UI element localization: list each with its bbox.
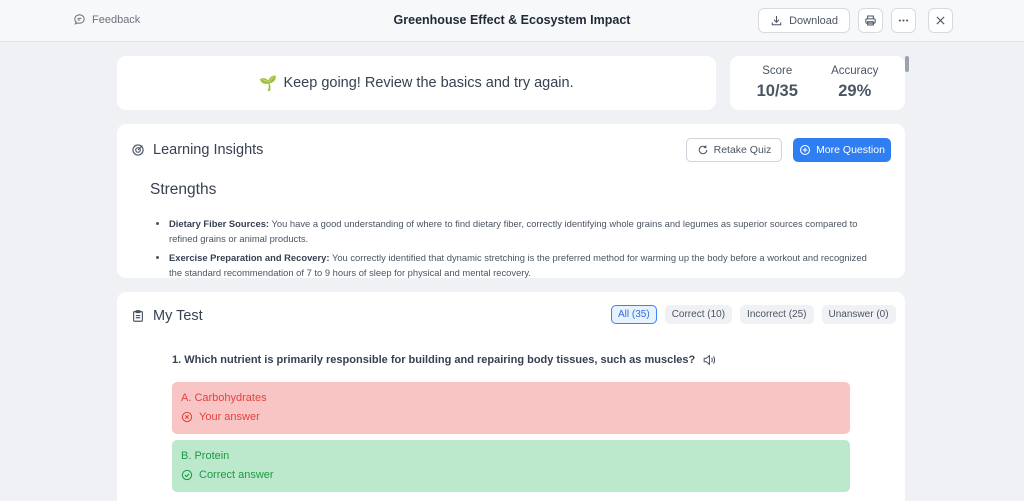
my-test-title: My Test bbox=[153, 308, 203, 324]
scrollbar-thumb[interactable] bbox=[905, 56, 909, 72]
question-text: 1. Which nutrient is primarily responsib… bbox=[172, 354, 696, 366]
strength-heading: Exercise Preparation and Recovery: bbox=[169, 252, 330, 263]
accuracy-value: 29% bbox=[838, 82, 872, 100]
option-status-text: Your answer bbox=[199, 411, 260, 423]
download-label: Download bbox=[789, 14, 838, 27]
banner-message: Keep going! Review the basics and try ag… bbox=[283, 75, 574, 91]
insights-header: Learning Insights bbox=[131, 142, 263, 158]
accuracy-stat: Accuracy 29% bbox=[831, 65, 878, 101]
strength-item: Dietary Fiber Sources: You have a good u… bbox=[169, 216, 877, 246]
x-circle-icon bbox=[181, 411, 193, 423]
retake-label: Retake Quiz bbox=[713, 144, 772, 156]
strength-item: Exercise Preparation and Recovery: You c… bbox=[169, 250, 877, 278]
more-question-button[interactable]: More Question bbox=[793, 138, 891, 162]
more-question-label: More Question bbox=[816, 144, 885, 156]
check-circle-icon bbox=[181, 469, 193, 481]
filter-correct[interactable]: Correct (10) bbox=[664, 305, 733, 324]
insights-title: Learning Insights bbox=[153, 142, 264, 158]
option-status: Correct answer bbox=[181, 469, 841, 481]
accuracy-label: Accuracy bbox=[831, 65, 879, 77]
print-button[interactable] bbox=[858, 8, 883, 33]
answer-option-a[interactable]: A. Carbohydrates Your answer bbox=[172, 382, 850, 434]
more-icon bbox=[898, 19, 909, 22]
filter-all[interactable]: All (35) bbox=[611, 305, 657, 324]
score-card: Score 10/35 Accuracy 29% bbox=[730, 56, 905, 110]
filter-unanswered[interactable]: Unanswer (0) bbox=[821, 305, 896, 324]
score-value: 10/35 bbox=[756, 82, 798, 100]
close-icon bbox=[936, 16, 945, 25]
printer-icon bbox=[865, 15, 876, 26]
answer-option-b[interactable]: B. Protein Correct answer bbox=[172, 440, 850, 492]
speaker-icon[interactable] bbox=[702, 353, 716, 367]
refresh-icon bbox=[698, 145, 707, 155]
option-status-text: Correct answer bbox=[199, 469, 274, 481]
result-banner: 🌱 Keep going! Review the basics and try … bbox=[117, 56, 716, 110]
seedling-icon: 🌱 bbox=[259, 75, 278, 92]
answer-filters: All (35) Correct (10) Incorrect (25) Una… bbox=[611, 305, 896, 324]
download-icon bbox=[771, 16, 782, 26]
score-label: Score bbox=[762, 65, 793, 77]
score-stat: Score 10/35 bbox=[757, 65, 798, 101]
plus-circle-icon bbox=[800, 144, 811, 156]
clipboard-icon bbox=[133, 310, 143, 322]
top-bar: Feedback Greenhouse Effect & Ecosystem I… bbox=[0, 0, 1024, 42]
learning-insights-card: Learning Insights Retake Quiz More Quest… bbox=[117, 124, 905, 278]
retake-quiz-button[interactable]: Retake Quiz bbox=[686, 138, 782, 162]
option-label: A. Carbohydrates bbox=[181, 392, 267, 404]
target-icon bbox=[132, 144, 144, 156]
my-test-card: My Test All (35) Correct (10) Incorrect … bbox=[117, 292, 905, 501]
strengths-list: Dietary Fiber Sources: You have a good u… bbox=[157, 216, 877, 278]
strength-text: You have a good understanding of where t… bbox=[169, 218, 858, 244]
more-options-button[interactable] bbox=[891, 8, 916, 33]
download-button[interactable]: Download bbox=[758, 8, 850, 33]
my-test-header: My Test bbox=[131, 308, 203, 324]
strength-heading: Dietary Fiber Sources: bbox=[169, 218, 270, 229]
close-button[interactable] bbox=[928, 8, 953, 33]
option-status: Your answer bbox=[181, 411, 841, 423]
filter-incorrect[interactable]: Incorrect (25) bbox=[740, 305, 814, 324]
strengths-heading: Strengths bbox=[150, 181, 217, 198]
question-text-row: 1. Which nutrient is primarily responsib… bbox=[172, 353, 716, 367]
option-label: B. Protein bbox=[181, 450, 230, 462]
